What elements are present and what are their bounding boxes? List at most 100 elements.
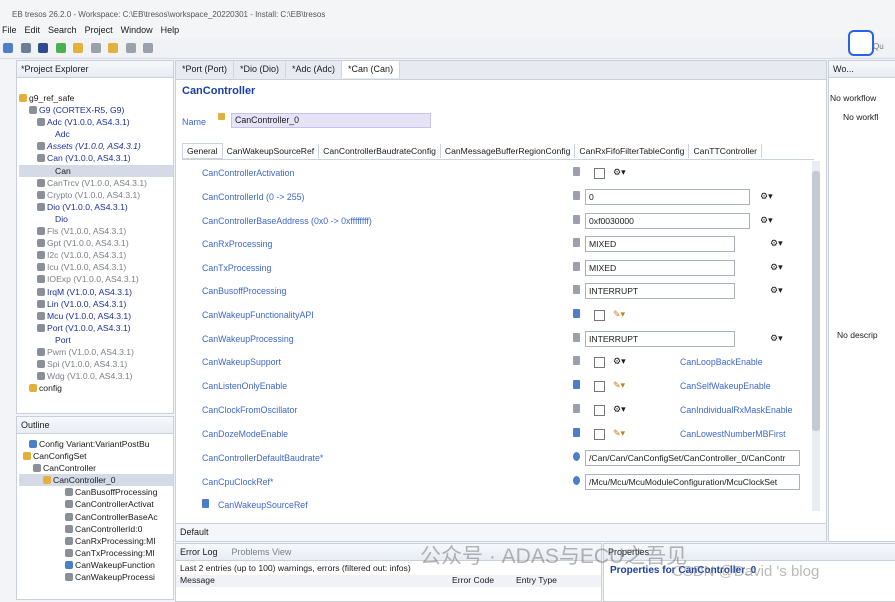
pin-icon[interactable]	[143, 43, 154, 53]
tree-item[interactable]: Crypto (V1.0.0, AS4.3.1)	[19, 189, 173, 201]
gear-icon[interactable]: ⚙▾	[613, 404, 626, 415]
field-row: CanListenOnlyEnable ✎▾ CanSelfWakeupEnable	[202, 380, 771, 392]
gear-icon[interactable]: ⚙▾	[613, 167, 626, 178]
menu-search[interactable]: Search	[48, 25, 77, 35]
reference-icon	[573, 452, 580, 461]
menu-file[interactable]: File	[2, 25, 17, 35]
outline-item[interactable]: CanWakeupFunction	[19, 559, 173, 571]
tree-item[interactable]: Wdg (V1.0.0, AS4.3.1)	[19, 370, 173, 382]
outline-item[interactable]: CanController	[19, 462, 173, 474]
tree-item[interactable]: Icu (V1.0.0, AS4.3.1)	[19, 261, 173, 273]
outline-item[interactable]: CanBusoffProcessing	[19, 486, 173, 498]
tree-item[interactable]: Dio	[19, 213, 173, 225]
subtab-general[interactable]: General	[182, 143, 223, 159]
watermark-csdn: CSDN @David 's blog	[672, 563, 820, 580]
gear-icon[interactable]: ⚙▾	[613, 356, 626, 367]
tab-port[interactable]: *Port (Port)	[176, 61, 235, 78]
menu-help[interactable]: Help	[161, 25, 180, 35]
outline-item[interactable]: Config Variant:VariantPostBu	[19, 438, 173, 450]
tree-item[interactable]: Lin (V1.0.0, AS4.3.1)	[19, 298, 173, 310]
tab-problems[interactable]: Problems View	[232, 544, 292, 560]
outline-item[interactable]: CanTxProcessing:MI	[19, 547, 173, 559]
busoff-processing-select[interactable]: INTERRUPT	[585, 283, 735, 299]
gear-icon[interactable]: ⚙▾	[770, 238, 783, 249]
tree-item[interactable]: Dio (V1.0.0, AS4.3.1)	[19, 201, 173, 213]
outline-item[interactable]: CanConfigSet	[19, 450, 173, 462]
menu-project[interactable]: Project	[85, 25, 113, 35]
edit-icon[interactable]: ✎▾	[613, 309, 625, 320]
save-icon[interactable]	[20, 43, 31, 53]
tab-can[interactable]: *Can (Can)	[342, 61, 401, 78]
tree-item-selected[interactable]: Can	[19, 164, 173, 177]
tree-item[interactable]: G9 (CORTEX-R5, G9)	[19, 104, 173, 116]
tree-item[interactable]: I2c (V1.0.0, AS4.3.1)	[19, 249, 173, 261]
checkbox[interactable]	[594, 357, 605, 368]
tab-default[interactable]: Default	[180, 527, 209, 537]
vertical-scrollbar[interactable]	[812, 161, 820, 511]
gear-icon[interactable]: ⚙▾	[770, 285, 783, 296]
checkbox[interactable]	[594, 310, 605, 321]
menu-window[interactable]: Window	[121, 25, 153, 35]
tab-dio[interactable]: *Dio (Dio)	[234, 61, 287, 78]
wakeup-processing-select[interactable]: INTERRUPT	[585, 331, 735, 347]
checkbox-checked[interactable]	[594, 429, 605, 440]
subtab-rxfifo[interactable]: CanRxFifoFilterTableConfig	[575, 144, 690, 158]
tab-error-log[interactable]: Error Log	[180, 544, 218, 560]
outline-item[interactable]: CanControllerId:0	[19, 523, 173, 535]
subtab-wakeupsourceref[interactable]: CanWakeupSourceRef	[223, 144, 320, 158]
tree-item[interactable]: Gpt (V1.0.0, AS4.3.1)	[19, 237, 173, 249]
build-icon[interactable]	[55, 43, 66, 53]
menu-edit[interactable]: Edit	[25, 25, 41, 35]
tree-item[interactable]: g9_ref_safe	[19, 92, 173, 104]
outline-item[interactable]: CanControllerBaseAc	[19, 511, 173, 523]
tree-item[interactable]: CanTrcv (V1.0.0, AS4.3.1)	[19, 177, 173, 189]
rx-processing-select[interactable]: MIXED	[585, 236, 735, 252]
outline-item[interactable]: CanRxProcessing:MI	[19, 535, 173, 547]
tree-item[interactable]: Fls (V1.0.0, AS4.3.1)	[19, 225, 173, 237]
edit-icon[interactable]: ✎▾	[613, 428, 625, 439]
default-baudrate-ref[interactable]: /Can/Can/CanConfigSet/CanController_0/Ca…	[585, 450, 800, 466]
gear-icon[interactable]: ⚙▾	[760, 215, 773, 226]
tree-item[interactable]: Mcu (V1.0.0, AS4.3.1)	[19, 310, 173, 322]
cpu-clock-ref[interactable]: /Mcu/Mcu/McuModuleConfiguration/McuClock…	[585, 474, 800, 490]
generate-icon[interactable]	[73, 43, 84, 53]
tree-item[interactable]: Pwm (V1.0.0, AS4.3.1)	[19, 346, 173, 358]
tree-item[interactable]: Assets (V1.0.0, AS4.3.1)	[19, 140, 173, 152]
subtab-baudrateconfig[interactable]: CanControllerBaudrateConfig	[319, 144, 441, 158]
name-field[interactable]: CanController_0	[231, 113, 431, 128]
subtab-messagebuffer[interactable]: CanMessageBufferRegionConfig	[441, 144, 576, 158]
checkbox-checked[interactable]	[594, 168, 605, 179]
base-address-field[interactable]: 0xf0030000	[585, 213, 750, 229]
tree-item[interactable]: IrqM (V1.0.0, AS4.3.1)	[19, 286, 173, 298]
tree-item[interactable]: IOExp (V1.0.0, AS4.3.1)	[19, 273, 173, 285]
tree-item[interactable]: Port	[19, 334, 173, 346]
outline-item[interactable]: CanControllerActivat	[19, 498, 173, 510]
field-row: CanControllerBaseAddress (0x0 -> 0xfffff…	[180, 213, 810, 231]
project-explorer-title: *Project Explorer	[17, 61, 173, 78]
tx-processing-select[interactable]: MIXED	[585, 260, 735, 276]
outline-item[interactable]: CanWakeupProcessi	[19, 571, 173, 583]
tree-item[interactable]: Can (V1.0.0, AS4.3.1)	[19, 152, 173, 164]
checkbox[interactable]	[594, 405, 605, 416]
nav-back-icon[interactable]	[108, 43, 119, 53]
tab-adc[interactable]: *Adc (Adc)	[286, 61, 343, 78]
controller-id-field[interactable]: 0	[585, 189, 750, 205]
tree-item[interactable]: Adc (V1.0.0, AS4.3.1)	[19, 116, 173, 128]
gear-icon[interactable]: ⚙▾	[760, 191, 773, 202]
tree-item[interactable]: config	[19, 382, 173, 394]
outline-item-selected[interactable]: CanController_0	[19, 474, 173, 487]
edit-icon[interactable]	[90, 43, 101, 53]
tree-item[interactable]: Adc	[19, 128, 173, 140]
subtab-ttcontroller[interactable]: CanTTController	[689, 144, 762, 158]
nav-forward-icon[interactable]	[125, 43, 136, 53]
tree-item[interactable]: Spi (V1.0.0, AS4.3.1)	[19, 358, 173, 370]
scrollbar-thumb[interactable]	[812, 171, 820, 431]
search-scan-icon[interactable]	[848, 30, 874, 56]
tree-item[interactable]: Port (V1.0.0, AS4.3.1)	[19, 322, 173, 334]
gear-icon[interactable]: ⚙▾	[770, 333, 783, 344]
settings-icon[interactable]	[38, 43, 49, 53]
gear-icon[interactable]: ⚙▾	[770, 262, 783, 273]
edit-icon[interactable]: ✎▾	[613, 380, 625, 391]
new-icon[interactable]	[3, 43, 13, 53]
checkbox[interactable]	[594, 381, 605, 392]
